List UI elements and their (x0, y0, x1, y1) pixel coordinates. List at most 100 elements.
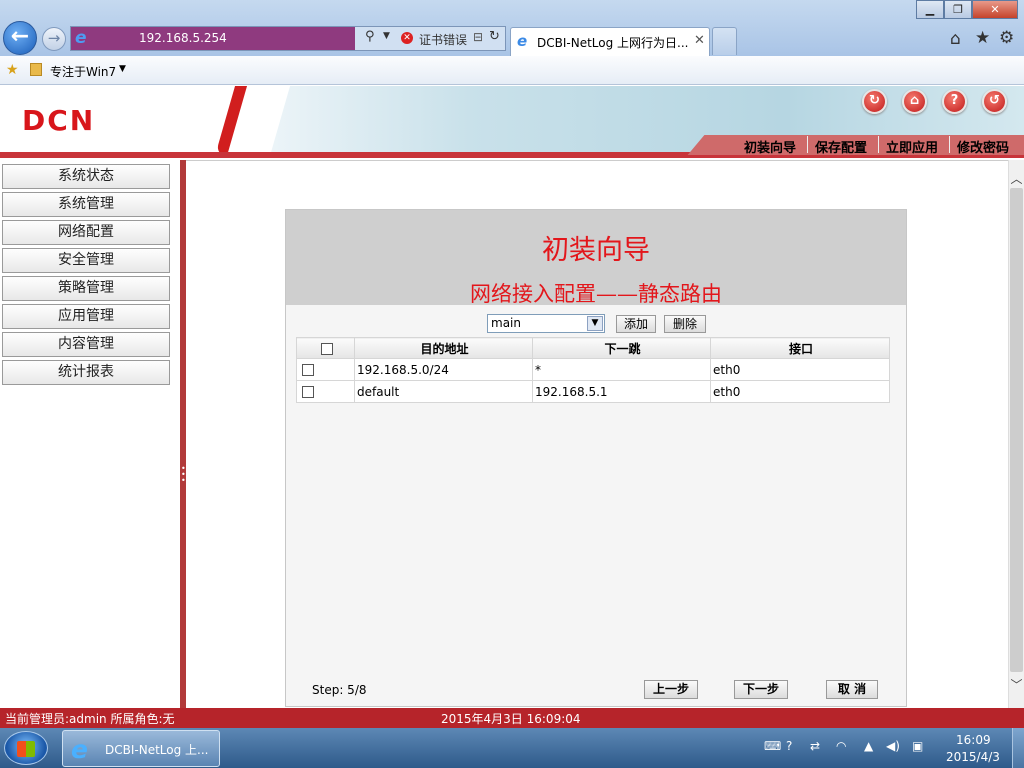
table-row: default 192.168.5.1 eth0 (296, 380, 890, 403)
scroll-up-icon[interactable]: ︿ (1009, 170, 1024, 186)
home-icon[interactable]: ⌂ (950, 29, 961, 49)
cell-interface: eth0 (710, 358, 890, 381)
sidebar-item-application[interactable]: 应用管理 (2, 304, 170, 329)
chevron-down-icon[interactable]: ▼ (587, 316, 603, 331)
back-button[interactable]: ← (3, 21, 37, 55)
row-checkbox[interactable] (302, 386, 314, 398)
save-config-link[interactable]: 保存配置 (815, 137, 867, 156)
sidebar: 系统状态 系统管理 网络配置 安全管理 策略管理 应用管理 内容管理 统计报表 (0, 160, 182, 708)
wifi-icon[interactable]: ◠ (836, 739, 846, 753)
status-datetime: 2015年4月3日 16:09:04 (441, 712, 581, 726)
sidebar-item-security[interactable]: 安全管理 (2, 248, 170, 273)
cell-next-hop: * (532, 358, 711, 381)
route-table: 目的地址 下一跳 接口 192.168.5.0/24 * eth0 defaul… (296, 337, 890, 403)
apply-now-link[interactable]: 立即应用 (886, 137, 938, 156)
search-icon[interactable]: ⚲ (365, 29, 375, 44)
add-favorite-icon[interactable]: ★ (6, 62, 19, 78)
keyboard-icon[interactable]: ⌨ (764, 739, 781, 753)
address-bar[interactable]: e 192.168.5.254 ⚲ ▼ ✕ 证书错误 ⊟ ↻ (70, 26, 506, 51)
show-desktop-button[interactable] (1012, 728, 1024, 768)
wizard-subtitle: 网络接入配置——静态路由 (470, 282, 722, 306)
ie-icon: e (75, 28, 87, 48)
table-row: 192.168.5.0/24 * eth0 (296, 358, 890, 381)
refresh-icon[interactable]: ↻ (489, 29, 500, 44)
next-step-button[interactable]: 下一步 (734, 680, 788, 699)
taskbar-ie-label: DCBI-NetLog 上... (105, 743, 209, 757)
row-checkbox[interactable] (302, 364, 314, 376)
minimize-button[interactable]: ▁ (916, 0, 944, 19)
show-hidden-icons-icon[interactable]: ▲ (864, 739, 873, 753)
folder-icon (30, 63, 42, 76)
tab-title[interactable]: DCBI-NetLog 上网行为日... (537, 34, 688, 51)
network-icon[interactable]: ▣ (912, 739, 923, 753)
wizard-header: 初装向导 网络接入配置——静态路由 (286, 210, 906, 306)
forward-button[interactable]: → (42, 27, 66, 51)
sidebar-item-reports[interactable]: 统计报表 (2, 360, 170, 385)
scroll-thumb[interactable] (1010, 188, 1023, 672)
header-links: 初装向导 保存配置 立即应用 修改密码 (687, 135, 1024, 156)
dropdown-icon[interactable]: ▼ (383, 31, 390, 41)
app-header: DCN ↻ ⌂ ? ↺ 初装向导 保存配置 立即应用 修改密码 (0, 86, 1024, 160)
delete-button[interactable]: 删除 (664, 315, 706, 333)
cert-error-label[interactable]: 证书错误 (419, 31, 467, 48)
new-tab-button[interactable] (712, 27, 737, 55)
favorites-star-icon[interactable]: ★ (975, 28, 990, 48)
wizard-panel: 初装向导 网络接入配置——静态路由 main ▼ 添加 删除 目的地址 下一跳 … (285, 209, 907, 707)
home-icon[interactable]: ⌂ (902, 89, 927, 114)
sidebar-item-content[interactable]: 内容管理 (2, 332, 170, 357)
wizard-title: 初装向导 (542, 235, 650, 266)
vertical-scrollbar[interactable]: ︿ ﹀ (1008, 160, 1024, 708)
ie-tab-icon: e (517, 32, 528, 50)
help-tray-icon[interactable]: ? (786, 739, 792, 753)
logout-icon[interactable]: ↺ (982, 89, 1007, 114)
tab-active[interactable]: e DCBI-NetLog 上网行为日... ✕ (510, 27, 710, 56)
help-icon[interactable]: ? (942, 89, 967, 114)
browser-toolbar: ← → e 192.168.5.254 ⚲ ▼ ✕ 证书错误 ⊟ ↻ e DCB… (0, 0, 1024, 56)
add-button[interactable]: 添加 (616, 315, 656, 333)
tab-close-icon[interactable]: ✕ (694, 33, 705, 48)
refresh-icon[interactable]: ↻ (862, 89, 887, 114)
cell-destination: 192.168.5.0/24 (354, 358, 533, 381)
setup-wizard-link[interactable]: 初装向导 (744, 137, 796, 156)
window-controls: ▁ ❐ ✕ (916, 0, 1018, 20)
taskbar: e DCBI-NetLog 上... ⌨ ? ⇄ ◠ ▲ ◀) ▣ 16:09 … (0, 728, 1024, 768)
sidebar-item-system-status[interactable]: 系统状态 (2, 164, 170, 189)
column-next-hop: 下一跳 (532, 337, 711, 359)
step-indicator: Step: 5/8 (312, 683, 367, 697)
gear-icon[interactable]: ⚙ (999, 28, 1014, 48)
divider (807, 136, 808, 153)
url-text[interactable]: 192.168.5.254 (139, 31, 227, 45)
select-all-checkbox[interactable] (320, 342, 333, 355)
dcn-logo: DCN (22, 104, 96, 137)
compat-view-icon[interactable]: ⊟ (473, 30, 483, 44)
divider (949, 136, 950, 153)
column-interface: 接口 (710, 337, 890, 359)
cert-error-icon[interactable]: ✕ (401, 32, 413, 44)
select-all-cell (296, 337, 355, 359)
clock-date[interactable]: 2015/4/3 (946, 750, 1000, 764)
favorites-item[interactable]: 专注于Win7 (50, 63, 116, 80)
favorites-bar: ★ 专注于Win7 ▼ (0, 56, 1024, 85)
cell-interface: eth0 (710, 380, 890, 403)
sidebar-item-policy[interactable]: 策略管理 (2, 276, 170, 301)
splitter-grip: • • • (181, 464, 186, 485)
restore-button[interactable]: ❐ (944, 0, 972, 19)
sidebar-item-system-management[interactable]: 系统管理 (2, 192, 170, 217)
change-password-link[interactable]: 修改密码 (957, 137, 1009, 156)
row-checkbox-cell (296, 358, 355, 381)
input-method-icon[interactable]: ⇄ (810, 739, 820, 753)
route-table-select[interactable]: main ▼ (487, 314, 605, 333)
cell-next-hop: 192.168.5.1 (532, 380, 711, 403)
volume-icon[interactable]: ◀) (886, 739, 900, 753)
cancel-button[interactable]: 取 消 (826, 680, 878, 699)
sidebar-item-network-config[interactable]: 网络配置 (2, 220, 170, 245)
close-window-button[interactable]: ✕ (972, 0, 1018, 19)
divider (878, 136, 879, 153)
taskbar-ie-button[interactable]: e DCBI-NetLog 上... (62, 730, 220, 767)
clock-time[interactable]: 16:09 (956, 733, 991, 747)
route-table-select-value: main (491, 316, 521, 330)
start-button[interactable] (4, 731, 48, 765)
chevron-down-icon[interactable]: ▼ (119, 64, 126, 74)
previous-step-button[interactable]: 上一步 (644, 680, 698, 699)
scroll-down-icon[interactable]: ﹀ (1009, 676, 1024, 692)
